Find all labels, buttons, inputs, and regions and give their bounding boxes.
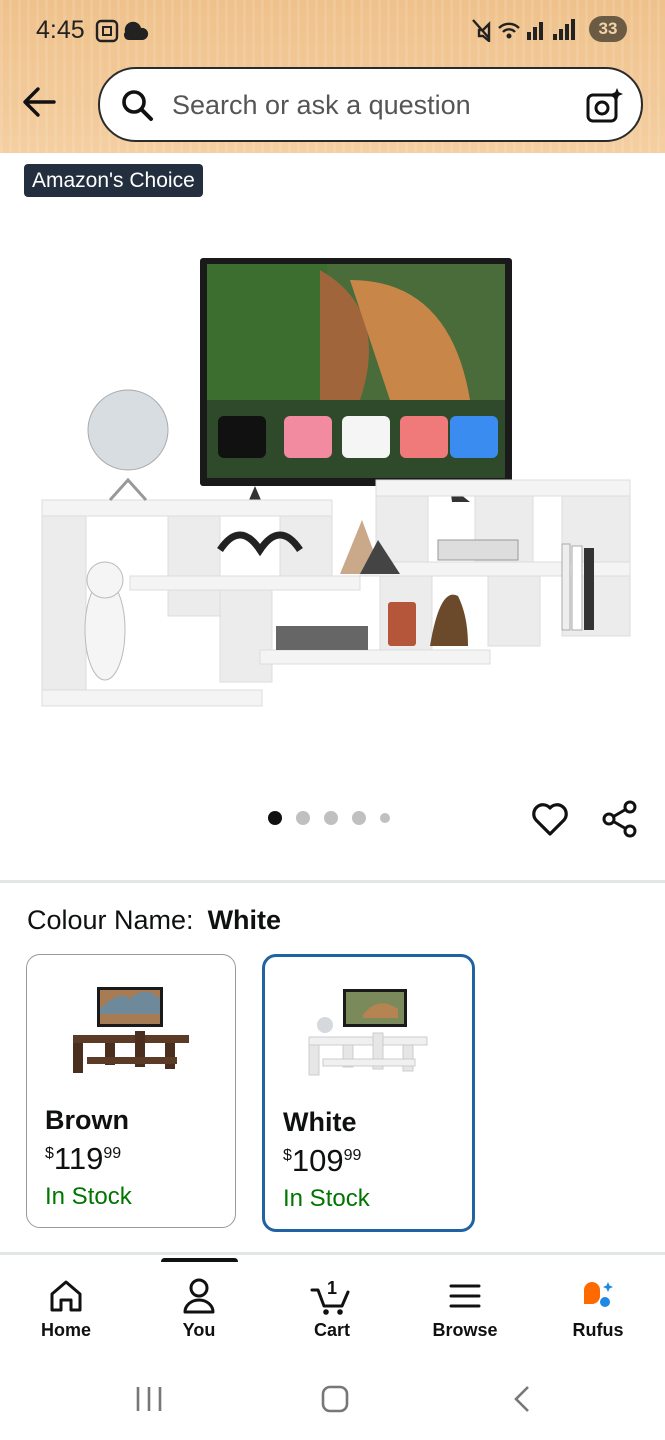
carousel-dot-1[interactable] bbox=[268, 811, 282, 825]
colour-swatch-white[interactable]: White $10999 In Stock bbox=[262, 954, 475, 1232]
status-bar: 4:45 33 bbox=[0, 0, 665, 62]
swatch-stock-status: In Stock bbox=[45, 1183, 132, 1210]
tab-browse[interactable]: Browse bbox=[410, 1276, 520, 1341]
search-bar[interactable] bbox=[98, 67, 643, 142]
tab-rufus[interactable]: Rufus bbox=[543, 1276, 653, 1341]
status-time: 4:45 bbox=[36, 16, 85, 44]
colour-swatch-brown[interactable]: Brown $11999 In Stock bbox=[26, 954, 236, 1228]
person-icon bbox=[183, 1278, 215, 1314]
recents-icon[interactable] bbox=[134, 1384, 164, 1419]
carousel-dot-4[interactable] bbox=[352, 811, 366, 825]
cart-count-badge: 1 bbox=[327, 1278, 337, 1298]
swatch-price: $10999 bbox=[283, 1143, 362, 1178]
swatch-name: Brown bbox=[45, 1105, 129, 1135]
carousel-dot-3[interactable] bbox=[324, 811, 338, 825]
carousel-dot-5[interactable] bbox=[380, 813, 390, 823]
carousel-dot-2[interactable] bbox=[296, 811, 310, 825]
section-divider bbox=[0, 1252, 665, 1255]
tab-cart[interactable]: 1 Cart bbox=[277, 1276, 387, 1341]
cart-icon: 1 bbox=[310, 1278, 350, 1315]
swatch-image-white bbox=[303, 981, 433, 1086]
app-header: 4:45 33 bbox=[0, 0, 665, 153]
back-nav-icon[interactable] bbox=[508, 1384, 538, 1419]
amazons-choice-badge: Amazon's Choice bbox=[24, 164, 203, 197]
tab-home[interactable]: Home bbox=[11, 1276, 121, 1341]
tab-you[interactable]: You bbox=[144, 1276, 254, 1341]
menu-icon bbox=[449, 1284, 481, 1308]
colour-name-row: Colour Name: White bbox=[27, 905, 281, 936]
status-system-icons: 33 bbox=[469, 16, 627, 42]
system-navigation-bar bbox=[0, 1358, 665, 1440]
status-notification-icons bbox=[95, 18, 150, 49]
section-divider bbox=[0, 880, 665, 883]
image-carousel-dots[interactable] bbox=[268, 811, 390, 825]
search-icon bbox=[120, 88, 154, 127]
battery-indicator: 33 bbox=[589, 16, 627, 42]
search-input[interactable] bbox=[172, 83, 572, 127]
swatch-price: $11999 bbox=[45, 1141, 122, 1176]
swatch-image-brown bbox=[65, 979, 195, 1084]
home-icon bbox=[50, 1280, 82, 1312]
camera-lens-icon[interactable] bbox=[585, 86, 625, 131]
bottom-tab-bar: Home You 1 Cart Browse Rufus bbox=[0, 1262, 665, 1358]
share-icon[interactable] bbox=[600, 799, 640, 844]
heart-icon[interactable] bbox=[530, 799, 570, 844]
swatch-name: White bbox=[283, 1107, 357, 1137]
home-nav-icon[interactable] bbox=[320, 1384, 350, 1419]
back-arrow-icon[interactable] bbox=[20, 84, 58, 125]
colour-name-label: Colour Name: bbox=[27, 905, 194, 935]
colour-name-value: White bbox=[207, 905, 282, 935]
rufus-icon bbox=[584, 1282, 613, 1307]
swatch-stock-status: In Stock bbox=[283, 1185, 370, 1212]
signal-icons bbox=[472, 19, 575, 42]
product-main-image[interactable] bbox=[30, 250, 635, 720]
